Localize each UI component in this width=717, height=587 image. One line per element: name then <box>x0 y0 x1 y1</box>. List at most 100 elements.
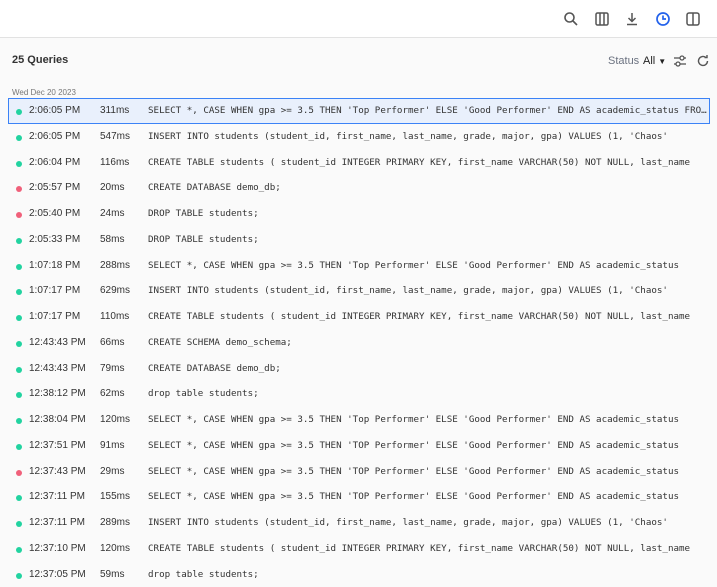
status-success-icon <box>16 238 22 244</box>
query-duration: 79ms <box>100 363 124 374</box>
query-row[interactable]: 2:06:05 PM 547ms INSERT INTO students (s… <box>8 124 710 150</box>
query-row[interactable]: 12:37:43 PM 29ms SELECT *, CASE WHEN gpa… <box>8 459 710 485</box>
query-time: 2:06:05 PM <box>29 105 80 116</box>
query-time: 12:37:11 PM <box>29 517 85 528</box>
status-success-icon <box>16 161 22 167</box>
query-row[interactable]: 2:05:33 PM 58ms DROP TABLE students; <box>8 227 710 253</box>
query-duration: 62ms <box>100 388 124 399</box>
query-time: 2:06:04 PM <box>29 157 80 168</box>
status-success-icon <box>16 573 22 579</box>
query-sql: CREATE TABLE students ( student_id INTEG… <box>148 543 708 554</box>
query-time: 12:38:04 PM <box>29 414 86 425</box>
query-sql: SELECT *, CASE WHEN gpa >= 3.5 THEN 'TOP… <box>148 440 708 451</box>
query-row[interactable]: 12:43:43 PM 66ms CREATE SCHEMA demo_sche… <box>8 330 710 356</box>
query-row[interactable]: 12:37:11 PM 155ms SELECT *, CASE WHEN gp… <box>8 484 710 510</box>
query-duration: 311ms <box>100 105 129 116</box>
query-row[interactable]: 12:43:43 PM 79ms CREATE DATABASE demo_db… <box>8 356 710 382</box>
query-row[interactable]: 12:37:11 PM 289ms INSERT INTO students (… <box>8 510 710 536</box>
query-duration: 629ms <box>100 285 130 296</box>
query-time: 2:05:40 PM <box>29 208 80 219</box>
query-sql: SELECT *, CASE WHEN gpa >= 3.5 THEN 'Top… <box>148 260 708 271</box>
status-success-icon <box>16 264 22 270</box>
panel-icon[interactable] <box>683 9 703 29</box>
query-row[interactable]: 12:38:04 PM 120ms SELECT *, CASE WHEN gp… <box>8 407 710 433</box>
query-sql: SELECT *, CASE WHEN gpa >= 3.5 THEN 'Top… <box>148 105 708 116</box>
query-duration: 59ms <box>100 569 124 580</box>
query-time: 12:43:43 PM <box>29 337 86 348</box>
query-time: 2:06:05 PM <box>29 131 80 142</box>
query-row[interactable]: 1:07:18 PM 288ms SELECT *, CASE WHEN gpa… <box>8 253 710 279</box>
status-success-icon <box>16 418 22 424</box>
query-sql: CREATE SCHEMA demo_schema; <box>148 337 708 348</box>
query-duration: 289ms <box>100 517 130 528</box>
query-time: 2:05:57 PM <box>29 182 80 193</box>
query-time: 12:37:10 PM <box>29 543 86 554</box>
query-sql: DROP TABLE students; <box>148 208 708 219</box>
query-time: 1:07:18 PM <box>29 260 80 271</box>
query-row[interactable]: 1:07:17 PM 629ms INSERT INTO students (s… <box>8 278 710 304</box>
query-sql: CREATE TABLE students ( student_id INTEG… <box>148 311 708 322</box>
query-duration: 29ms <box>100 466 124 477</box>
query-time: 1:07:17 PM <box>29 285 80 296</box>
caret-down-icon: ▼ <box>658 57 666 66</box>
query-duration: 547ms <box>100 131 130 142</box>
query-row[interactable]: 2:05:57 PM 20ms CREATE DATABASE demo_db; <box>8 175 710 201</box>
status-success-icon <box>16 392 22 398</box>
query-row[interactable]: 2:06:05 PM 311ms SELECT *, CASE WHEN gpa… <box>8 98 710 124</box>
columns-icon[interactable] <box>592 9 612 29</box>
status-success-icon <box>16 521 22 527</box>
query-time: 12:38:12 PM <box>29 388 86 399</box>
query-duration: 288ms <box>100 260 130 271</box>
query-sql: SELECT *, CASE WHEN gpa >= 3.5 THEN 'Top… <box>148 414 708 425</box>
query-sql: INSERT INTO students (student_id, first_… <box>148 131 708 142</box>
query-row[interactable]: 12:37:05 PM 59ms drop table students; <box>8 562 710 587</box>
query-row[interactable]: 12:38:12 PM 62ms drop table students; <box>8 381 710 407</box>
status-success-icon <box>16 315 22 321</box>
query-duration: 120ms <box>100 543 130 554</box>
status-error-icon <box>16 186 22 192</box>
query-sql: CREATE TABLE students ( student_id INTEG… <box>148 157 708 168</box>
query-row[interactable]: 12:37:10 PM 120ms CREATE TABLE students … <box>8 536 710 562</box>
query-duration: 155ms <box>100 491 130 502</box>
search-icon[interactable] <box>561 9 581 29</box>
history-icon[interactable] <box>653 9 673 29</box>
query-time: 2:05:33 PM <box>29 234 80 245</box>
toolbar <box>0 0 717 38</box>
query-sql: INSERT INTO students (student_id, first_… <box>148 517 708 528</box>
query-time: 12:37:51 PM <box>29 440 86 451</box>
query-duration: 120ms <box>100 414 130 425</box>
filter-sliders-icon[interactable] <box>672 53 688 69</box>
query-time: 1:07:17 PM <box>29 311 80 322</box>
status-success-icon <box>16 289 22 295</box>
status-success-icon <box>16 547 22 553</box>
query-duration: 116ms <box>100 157 129 168</box>
query-sql: drop table students; <box>148 388 708 399</box>
query-sql: SELECT *, CASE WHEN gpa >= 3.5 THEN 'TOP… <box>148 491 708 502</box>
query-duration: 66ms <box>100 337 124 348</box>
query-time: 12:37:05 PM <box>29 569 86 580</box>
query-row[interactable]: 2:05:40 PM 24ms DROP TABLE students; <box>8 201 710 227</box>
status-success-icon <box>16 495 22 501</box>
query-duration: 91ms <box>100 440 124 451</box>
query-sql: CREATE DATABASE demo_db; <box>148 182 708 193</box>
query-row[interactable]: 1:07:17 PM 110ms CREATE TABLE students (… <box>8 304 710 330</box>
queries-count-title: 25 Queries <box>12 54 68 66</box>
status-success-icon <box>16 367 22 373</box>
status-filter-value: All <box>643 55 655 67</box>
query-time: 12:43:43 PM <box>29 363 86 374</box>
query-duration: 24ms <box>100 208 124 219</box>
refresh-icon[interactable] <box>695 53 711 69</box>
date-group-label: Wed Dec 20 2023 <box>12 88 76 97</box>
query-row[interactable]: 2:06:04 PM 116ms CREATE TABLE students (… <box>8 150 710 176</box>
status-filter-dropdown[interactable]: All ▼ <box>643 55 666 67</box>
query-sql: INSERT INTO students (student_id, first_… <box>148 285 708 296</box>
query-list: 2:06:05 PM 311ms SELECT *, CASE WHEN gpa… <box>8 98 710 587</box>
query-sql: SELECT *, CASE WHEN gpa >= 3.5 THEN 'TOP… <box>148 466 708 477</box>
download-icon[interactable] <box>622 9 642 29</box>
status-success-icon <box>16 444 22 450</box>
status-success-icon <box>16 135 22 141</box>
status-success-icon <box>16 109 22 115</box>
query-time: 12:37:11 PM <box>29 491 85 502</box>
status-error-icon <box>16 470 22 476</box>
query-row[interactable]: 12:37:51 PM 91ms SELECT *, CASE WHEN gpa… <box>8 433 710 459</box>
